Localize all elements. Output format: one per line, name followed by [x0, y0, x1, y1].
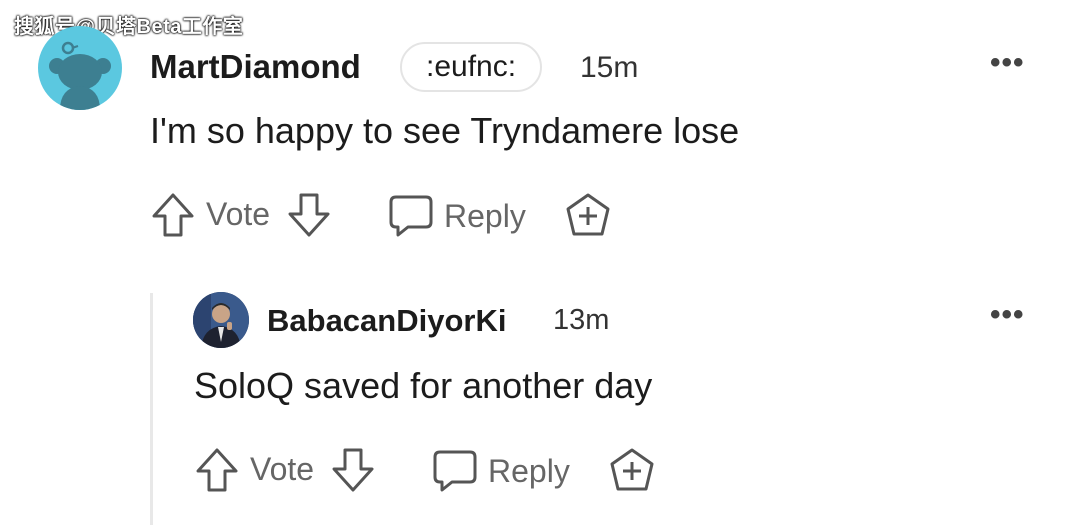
- snoo-avatar-icon: [49, 41, 111, 110]
- user-flair: :eufnc:: [400, 42, 543, 92]
- arrow-up-outline-icon: [152, 193, 194, 237]
- reply-label: Reply: [444, 197, 526, 234]
- award-button[interactable]: [609, 447, 655, 493]
- upvote-button[interactable]: [150, 190, 196, 240]
- speech-bubble-icon: [433, 450, 477, 492]
- comment-actions: Vote Reply: [150, 190, 630, 240]
- thread-line[interactable]: [150, 293, 153, 525]
- comment-username[interactable]: MartDiamond: [150, 48, 361, 86]
- award-plus-icon: [610, 448, 654, 491]
- comment-body: I'm so happy to see Tryndamere lose: [150, 110, 740, 151]
- reply-body: SoloQ saved for another day: [194, 365, 653, 406]
- reply-actions: Vote Reply: [194, 445, 674, 495]
- upvote-button[interactable]: [194, 445, 240, 495]
- arrow-down-outline-icon: [332, 448, 374, 492]
- more-options-icon[interactable]: •••: [990, 48, 1025, 78]
- reply-button[interactable]: Reply: [432, 449, 570, 493]
- vote-label: Vote: [250, 451, 315, 487]
- avatar[interactable]: [38, 26, 122, 110]
- arrow-down-outline-icon: [288, 193, 330, 237]
- reply-label: Reply: [488, 452, 570, 489]
- reply-button[interactable]: Reply: [388, 194, 526, 238]
- user-photo-icon: [193, 292, 249, 348]
- award-button[interactable]: [565, 192, 611, 238]
- award-plus-icon: [566, 193, 610, 236]
- watermark: 搜狐号@贝塔Beta工作室: [14, 16, 244, 38]
- vote-count: Vote: [250, 451, 314, 488]
- comment-timestamp: 15m: [580, 51, 639, 84]
- vote-label: Vote: [206, 196, 271, 232]
- reply-avatar[interactable]: [193, 292, 249, 348]
- speech-bubble-icon: [389, 195, 433, 237]
- reply-username[interactable]: BabacanDiyorKi: [267, 303, 506, 339]
- more-options-icon[interactable]: •••: [990, 300, 1025, 330]
- vote-count: Vote: [206, 196, 270, 233]
- downvote-button[interactable]: [286, 190, 332, 240]
- downvote-button[interactable]: [330, 445, 376, 495]
- reply-timestamp: 13m: [553, 304, 610, 336]
- arrow-up-outline-icon: [196, 448, 238, 492]
